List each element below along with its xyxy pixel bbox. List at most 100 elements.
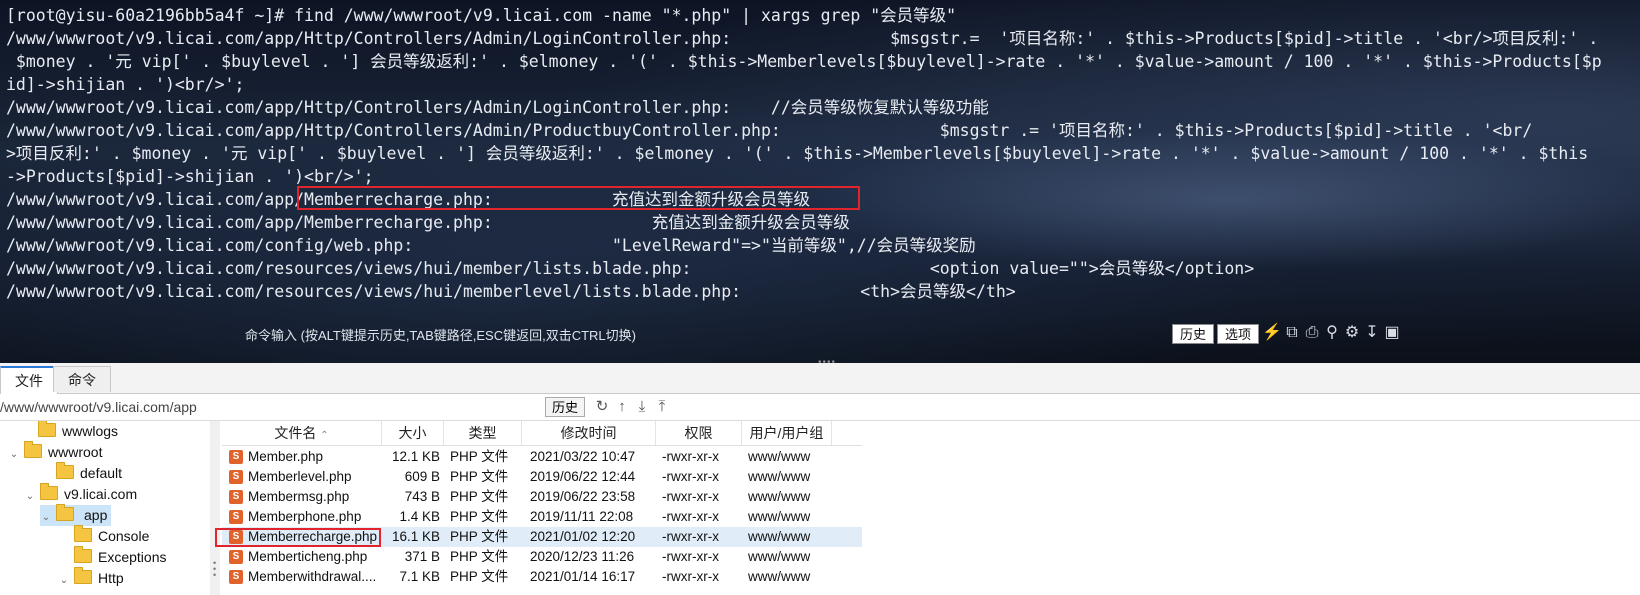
scrollbar-grip: • • • xyxy=(213,558,217,580)
tree-item-label: default xyxy=(80,465,123,481)
window-icon[interactable]: ▣ xyxy=(1383,323,1401,343)
terminal-line: /www/wwwroot/v9.licai.com/resources/view… xyxy=(6,282,1016,301)
tab-files[interactable]: 文件 xyxy=(0,366,58,394)
column-header-size[interactable]: 大小 xyxy=(382,421,444,445)
file-list[interactable]: 文件名 ⌃ 大小 类型 修改时间 权限 用户/用户组 S Member.php 12… xyxy=(222,421,1640,595)
file-owner-cell: www/www xyxy=(748,529,811,544)
file-type-cell: PHP 文件 xyxy=(450,449,509,464)
column-header-owner[interactable]: 用户/用户组 xyxy=(742,421,832,445)
upload-icon[interactable]: ⤒ xyxy=(654,397,670,417)
file-size-cell: 12.1 KB xyxy=(391,449,440,464)
file-perm-cell: -rwxr-xr-x xyxy=(662,469,719,484)
folder-icon xyxy=(38,421,56,437)
terminal-panel[interactable]: [root@yisu-60a2196bb5a4f ~]# find /www/w… xyxy=(0,0,1640,363)
column-header-mtime[interactable]: 修改时间 xyxy=(522,421,656,445)
file-size-cell: 7.1 KB xyxy=(399,569,440,584)
tree-item-label: v9.licai.com xyxy=(64,486,138,502)
sort-ascending-icon: ⌃ xyxy=(320,430,329,441)
file-row[interactable]: S Memberlevel.php 609 B PHP 文件 2019/06/22 12… xyxy=(222,467,862,487)
file-owner-cell: www/www xyxy=(748,549,811,564)
chevron-down-icon[interactable]: ⌄ xyxy=(58,570,70,591)
file-row[interactable]: S Memberwithdrawal.... 7.1 KB PHP 文件 2021/01… xyxy=(222,567,862,587)
file-perm-cell: -rwxr-xr-x xyxy=(662,549,719,564)
php-file-icon: S xyxy=(229,570,243,584)
terminal-history-button[interactable]: 历史 xyxy=(1172,324,1215,344)
file-owner-cell: www/www xyxy=(748,469,811,484)
refresh-icon[interactable]: ↻ xyxy=(594,397,610,417)
file-mtime-cell: 2021/03/22 10:47 xyxy=(530,449,636,464)
paste-icon[interactable]: ⎙ xyxy=(1303,323,1321,343)
terminal-line: ->Products[$pid]->shijian . ')<br/>'; xyxy=(6,167,374,186)
highlight-box-file xyxy=(215,528,381,547)
tree-item[interactable]: ⌄ app xyxy=(40,504,112,528)
search-icon[interactable]: ⚲ xyxy=(1323,323,1341,343)
file-type-cell: PHP 文件 xyxy=(450,489,509,504)
terminal-line: /www/wwwroot/v9.licai.com/app/Http/Contr… xyxy=(6,98,989,117)
php-file-icon: S xyxy=(229,470,243,484)
gear-icon[interactable]: ⚙ xyxy=(1343,323,1361,343)
file-owner-cell: www/www xyxy=(748,569,811,584)
download-icon[interactable]: ↧ xyxy=(1363,323,1381,343)
file-type-cell: PHP 文件 xyxy=(450,549,509,564)
tree-item[interactable]: Exceptions xyxy=(58,546,166,568)
terminal-line: $money . '元 vip[' . $buylevel . '] 会员等级返… xyxy=(6,52,1602,71)
download-icon[interactable]: ⤓ xyxy=(634,397,650,417)
highlight-box-terminal xyxy=(297,186,860,210)
file-mtime-cell: 2021/01/02 12:20 xyxy=(530,529,636,544)
splitter-handle[interactable]: •••• xyxy=(818,357,836,368)
tree-item[interactable]: Console xyxy=(58,525,149,547)
folder-icon xyxy=(56,462,74,479)
php-file-icon: S xyxy=(229,550,243,564)
file-perm-cell: -rwxr-xr-x xyxy=(662,489,719,504)
file-mtime-cell: 2020/12/23 11:26 xyxy=(530,549,635,564)
folder-icon xyxy=(24,441,42,458)
terminal-line: >项目反利:' . $money . '元 vip[' . $buylevel … xyxy=(6,144,1589,163)
chevron-down-icon[interactable]: ⌄ xyxy=(8,444,20,465)
file-type-cell: PHP 文件 xyxy=(450,569,509,584)
tree-item[interactable]: wwwlogs xyxy=(22,421,118,442)
tree-item-label: app xyxy=(84,507,108,523)
terminal-options-button[interactable]: 选项 xyxy=(1217,324,1260,344)
file-row[interactable]: S Memberticheng.php 371 B PHP 文件 2020/12/23 … xyxy=(222,547,862,567)
tree-item[interactable]: ⌄ wwwroot xyxy=(8,441,103,465)
php-file-icon: S xyxy=(229,510,243,524)
file-row[interactable]: S Member.php 12.1 KB PHP 文件 2021/03/22 10:47… xyxy=(222,447,862,467)
path-history-button[interactable]: 历史 xyxy=(545,397,586,417)
tree-item[interactable]: ⌄ Http xyxy=(58,567,124,591)
tree-item-label: wwwroot xyxy=(48,444,103,460)
copy-icon[interactable]: ⧉ xyxy=(1283,323,1301,343)
file-owner-cell: www/www xyxy=(748,489,811,504)
column-header-type[interactable]: 类型 xyxy=(444,421,522,445)
column-header-permissions[interactable]: 权限 xyxy=(656,421,742,445)
path-input[interactable]: /www/wwwroot/v9.licai.com/app xyxy=(0,399,197,415)
file-type-cell: PHP 文件 xyxy=(450,469,509,484)
file-name-cell: Memberwithdrawal.... xyxy=(248,569,377,584)
directory-tree[interactable]: wwwlogs ⌄ wwwroot default ⌄ v9.licai.com ⌄ app C… xyxy=(0,421,211,595)
file-perm-cell: -rwxr-xr-x xyxy=(662,509,719,524)
tree-item[interactable]: ⌄ v9.licai.com xyxy=(24,483,138,507)
terminal-line: /www/wwwroot/v9.licai.com/app/Http/Contr… xyxy=(6,121,1533,140)
chevron-down-icon[interactable]: ⌄ xyxy=(24,486,36,507)
lightning-icon[interactable]: ⚡ xyxy=(1262,323,1282,343)
file-size-cell: 16.1 KB xyxy=(391,529,440,544)
tab-command[interactable]: 命令 xyxy=(53,366,111,392)
file-name-cell: Memberlevel.php xyxy=(248,469,352,484)
path-bar: /www/wwwroot/v9.licai.com/app 历史 ↻ ↑ ⤓ ⤒ xyxy=(0,394,1640,421)
file-perm-cell: -rwxr-xr-x xyxy=(662,449,719,464)
file-row[interactable]: S Membermsg.php 743 B PHP 文件 2019/06/22 23:5… xyxy=(222,487,862,507)
terminal-line: /www/wwwroot/v9.licai.com/config/web.php… xyxy=(6,236,976,255)
terminal-line: /www/wwwroot/v9.licai.com/app/Memberrech… xyxy=(6,213,850,232)
chevron-down-icon[interactable]: ⌄ xyxy=(40,507,52,528)
file-row[interactable]: S Memberphone.php 1.4 KB PHP 文件 2019/11/11 2… xyxy=(222,507,862,527)
column-header-name[interactable]: 文件名 ⌃ xyxy=(222,421,382,445)
folder-icon xyxy=(74,525,92,542)
file-owner-cell: www/www xyxy=(748,449,811,464)
folder-icon xyxy=(74,567,92,584)
file-name-cell: Memberphone.php xyxy=(248,509,362,524)
up-arrow-icon[interactable]: ↑ xyxy=(614,397,630,417)
file-owner-cell: www/www xyxy=(748,509,811,524)
folder-icon xyxy=(74,546,92,563)
command-input-hint[interactable]: 命令输入 (按ALT键提示历史,TAB键路径,ESC键返回,双击CTRL切换) xyxy=(245,325,636,344)
file-mtime-cell: 2019/06/22 23:58 xyxy=(530,489,636,504)
tree-item[interactable]: default xyxy=(40,462,123,484)
